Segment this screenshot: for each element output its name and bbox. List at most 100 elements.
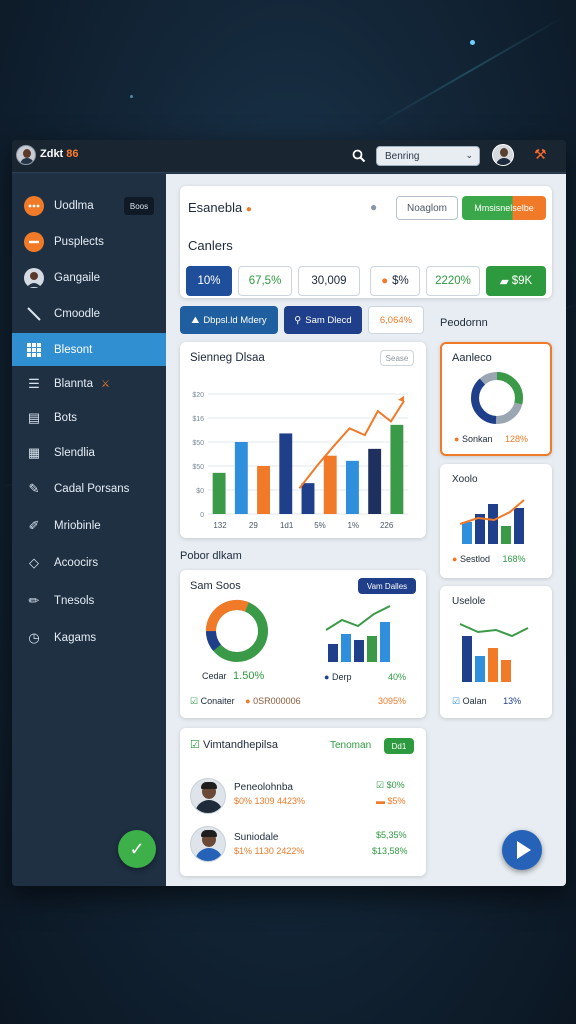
search-icon[interactable] [352, 149, 366, 163]
x-tick-label: 29 [249, 521, 258, 530]
bar [212, 472, 226, 514]
shape-icon: ◇ [29, 555, 39, 570]
pencil-icon: ✏ [28, 593, 40, 608]
sidebar-item-gangaile[interactable]: Gangaile [12, 262, 166, 294]
bar [475, 656, 485, 682]
chevron-down-icon: ⌄ [465, 150, 473, 160]
sidebar-item-acoocirs[interactable]: ◇ Acoocirs [12, 547, 166, 579]
sidebar-item-label: Cmoodle [54, 308, 101, 320]
sidebar-item-blannta[interactable]: ☰ Blannta ⚔ [12, 368, 166, 400]
sidebar-item-cadal-porsans[interactable]: ✎ Cadal Porsans [12, 473, 166, 505]
sidebar-item-cmoodle[interactable]: Cmoodle [12, 298, 166, 330]
donut-footer: ☑ Conaiter ● 0SR000006 [190, 696, 301, 706]
bar [341, 634, 351, 662]
counter-pill[interactable]: ▰ $9K [486, 266, 546, 296]
checkbox-icon[interactable]: ☑ [190, 739, 200, 751]
sidebar-item-tnesols[interactable]: ✏ Tnesols [12, 585, 166, 617]
section-title: Pobor dlkam [180, 550, 242, 562]
sidebar-item-label: Tnesols [54, 595, 95, 607]
bar [301, 483, 315, 514]
list-action-label[interactable]: Tenoman [330, 740, 371, 751]
sidebar-item-bots[interactable]: ▤ Bots [12, 402, 166, 434]
bar-legend: ● Derp 40% [324, 672, 406, 682]
list-item[interactable]: Suniodale $1% 1130 2422% $5,35% $13,58% [180, 824, 426, 866]
row-value-top: $5,35% [376, 830, 407, 840]
play-button[interactable] [502, 830, 542, 870]
user-avatar-icon[interactable] [16, 145, 36, 165]
noaglom-button[interactable]: Noaglom [396, 196, 458, 220]
dashboard-icon: ▦ [27, 445, 41, 460]
arrow-head [398, 395, 404, 402]
pen-icon: ✎ [28, 481, 40, 496]
bar [462, 522, 472, 544]
trend-line [459, 623, 529, 638]
counters-title: Canlers [188, 238, 233, 253]
primary-action-button[interactable]: Mmsisnelselbe [462, 196, 546, 220]
action-button-2[interactable]: ⚲ Sam Dlecd [284, 306, 362, 334]
checkbox-icon[interactable]: ☑ [452, 696, 460, 706]
counter-pill[interactable]: 10% [186, 266, 232, 296]
sidebar-item-mriobinle[interactable]: ✐ Mriobinle [12, 510, 166, 542]
card-title: Xoolo [452, 474, 478, 485]
coin-icon: ● [454, 434, 460, 444]
right-card-3[interactable]: Uselole ☑ Oalan 13% [440, 586, 552, 718]
right-card-1[interactable]: Aanleco ● Sonkan 128% [440, 342, 552, 456]
tools-icon[interactable]: ⚒ [534, 146, 556, 166]
x-tick-label: 1% [348, 521, 360, 530]
clock-icon: ◷ [28, 630, 40, 645]
profile-avatar[interactable] [492, 144, 514, 166]
document-icon: ▤ [27, 410, 41, 425]
y-tick-label: $50 [192, 440, 204, 447]
right-panel-title: Peodornn [440, 317, 488, 329]
bar-icon: ▬ [376, 796, 385, 806]
ring-chart [471, 372, 523, 424]
sidebar-item-blesont[interactable]: Blesont [12, 333, 166, 366]
row-value-bottom: $13,58% [372, 846, 408, 856]
y-tick-label: $50 [192, 464, 204, 471]
sparkle-icon: ⚔ [101, 378, 110, 390]
bar [323, 455, 337, 514]
cash-icon: ▰ [499, 276, 509, 288]
top-bar: Zdkt 86 Benring ⌄ ⚒ [12, 140, 566, 173]
confirm-fab-button[interactable]: ✓ [118, 830, 156, 868]
list-action-badge[interactable]: Dd1 [384, 738, 414, 754]
chart-options-button[interactable]: Sease [380, 350, 414, 366]
donut-footer-value: 3095% [378, 696, 407, 706]
counter-pill[interactable]: 2220% [426, 266, 480, 296]
card-title: Aanleco [452, 352, 492, 364]
info-icon[interactable]: ● [370, 200, 377, 214]
x-tick-label: 5% [314, 521, 326, 530]
row-name: Peneolohnba [234, 782, 293, 793]
list-item[interactable]: Peneolohnba $0% 1309 4423% ☑ $0% ▬ $5% [180, 772, 426, 814]
sidebar-item-label: Mriobinle [54, 520, 101, 532]
avatar [190, 778, 226, 814]
card-footer: ● Sonkan 128% [454, 434, 529, 444]
header-card: Esanebla ● ● Noaglom Mmsisnelselbe Canle… [180, 186, 552, 298]
coin-icon: ● [245, 696, 251, 706]
y-tick-label: 0 [200, 512, 204, 519]
sidebar-item-label: Cadal Porsans [54, 483, 130, 495]
x-tick-label: 1d1 [280, 521, 294, 530]
bar [368, 448, 382, 514]
sidebar-item-slendlia[interactable]: ▦ Slendlia [12, 437, 166, 469]
card-title: Uselole [452, 596, 486, 607]
checkbox-icon[interactable]: ☑ [190, 696, 198, 706]
page-title: Esanebla ● [188, 200, 252, 215]
vam-dalles-badge[interactable]: Vam Dalles [358, 578, 416, 594]
counter-pill[interactable]: 67,5% [238, 266, 292, 296]
sidebar-item-label: Pusplects [54, 236, 104, 248]
counter-pill[interactable]: ● $% [370, 266, 420, 296]
checkbox-icon: ☑ [376, 780, 385, 790]
donut-card: Sam Soos Vam Dalles Cedar 1.50% ● Derp 4… [180, 570, 426, 718]
bar [390, 424, 404, 514]
action-button-3[interactable]: 6,064% [368, 306, 424, 334]
sidebar-item-kagams[interactable]: ◷ Kagams [12, 622, 166, 654]
workspace-select[interactable]: Benring ⌄ [376, 146, 480, 166]
right-card-2[interactable]: Xoolo ● Sestlod 168% [440, 464, 552, 578]
brand-title: Zdkt 86 [40, 148, 79, 160]
sidebar-item-label: Acoocirs [54, 557, 99, 569]
combo-chart [325, 605, 391, 662]
action-button-1[interactable]: ⛰ Dbpsl.ld Mdery [180, 306, 278, 334]
counter-pill[interactable]: 30,009 [298, 266, 360, 296]
sidebar-item-pusplects[interactable]: Pusplects [12, 226, 166, 258]
